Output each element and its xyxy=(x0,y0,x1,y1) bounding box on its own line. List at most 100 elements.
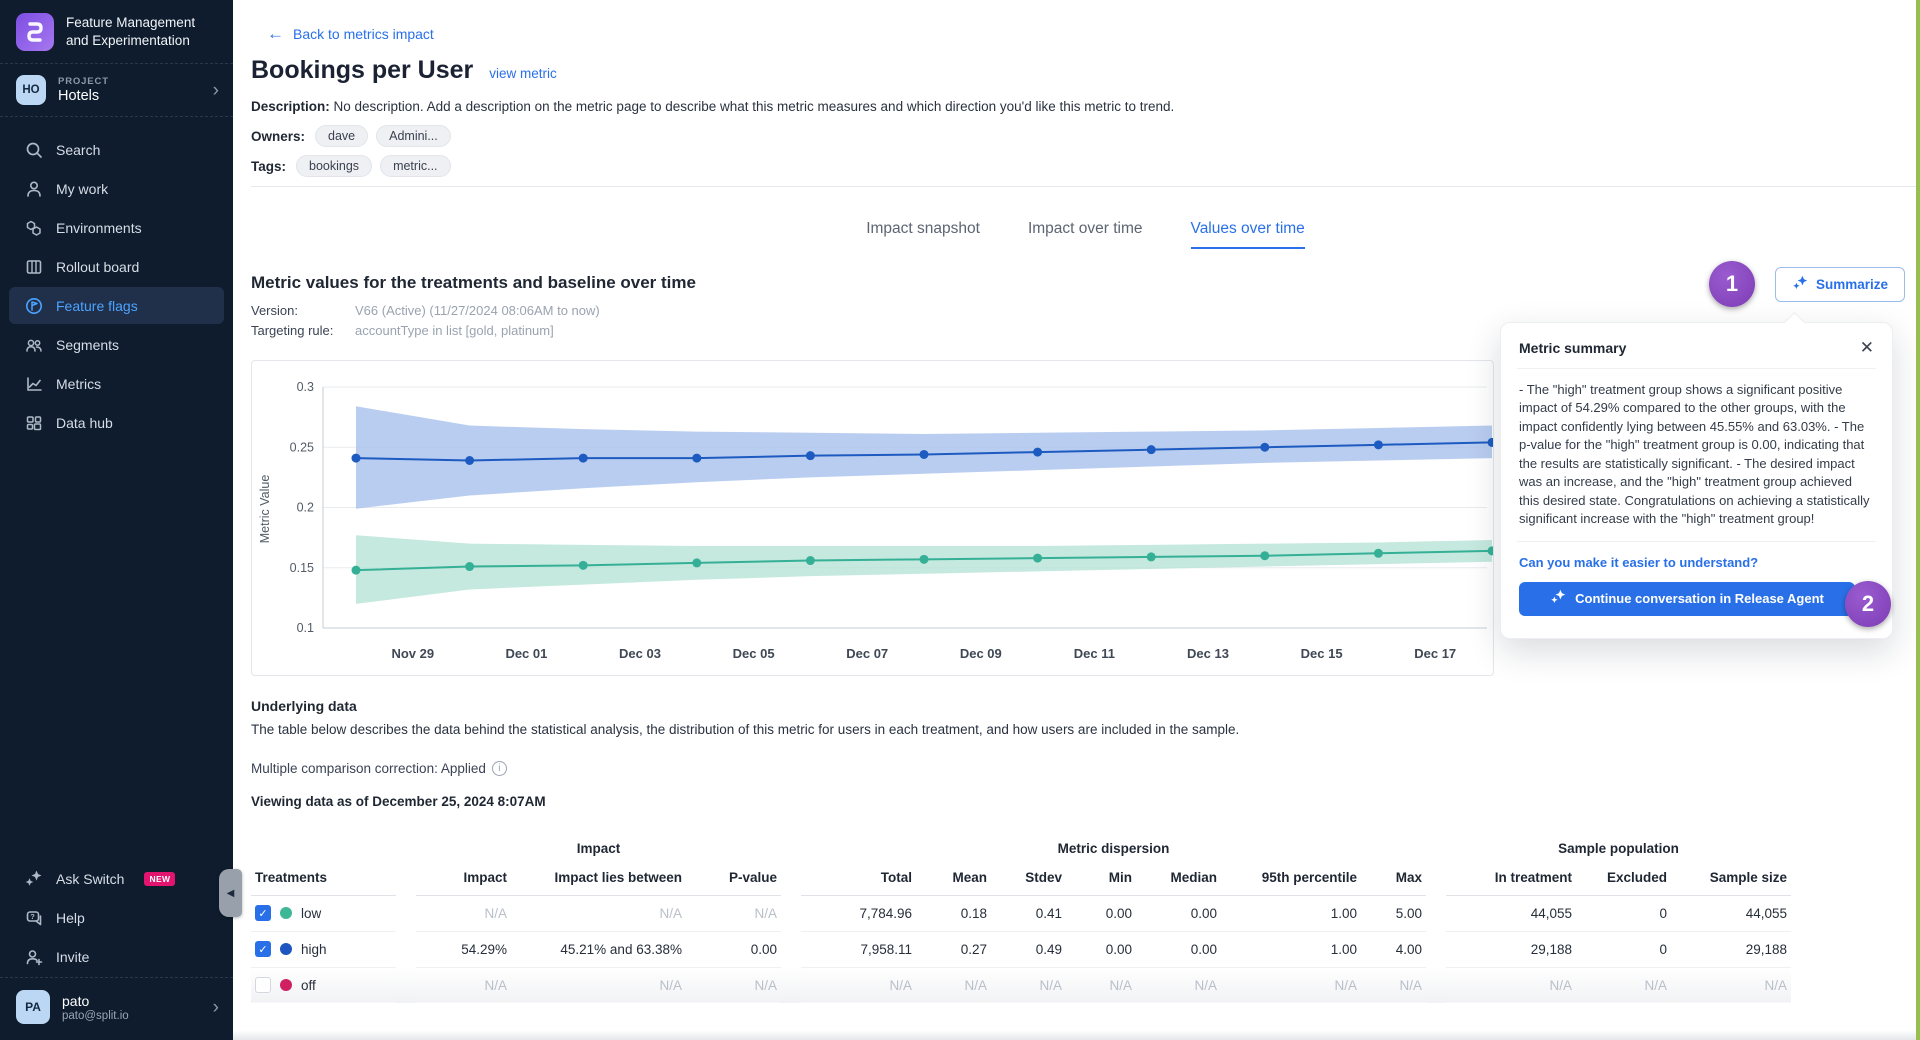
cell: 0.49 xyxy=(991,931,1066,967)
treatment-color-dot xyxy=(280,907,292,919)
column-header-excluded: Excluded xyxy=(1576,861,1671,895)
cell: 29,188 xyxy=(1446,931,1576,967)
cell: 0.18 xyxy=(916,895,991,931)
sidebar-item-rollout-board[interactable]: Rollout board xyxy=(9,248,224,285)
user-name: pato xyxy=(62,993,201,1009)
spacer xyxy=(396,931,416,967)
project-switcher[interactable]: HO PROJECT Hotels › xyxy=(0,64,233,116)
cell: N/A xyxy=(686,967,781,1003)
user-menu[interactable]: PA pato pato@split.io › xyxy=(0,978,233,1040)
cell: 0.00 xyxy=(1066,895,1136,931)
sidebar-item-label: My work xyxy=(56,181,108,197)
treatment-cell: off xyxy=(251,967,396,1003)
sidebar-item-metrics[interactable]: Metrics xyxy=(9,365,224,402)
sidebar-item-invite[interactable]: Invite xyxy=(9,938,224,975)
feature-flags-icon xyxy=(24,296,44,316)
cell: 0.00 xyxy=(1136,895,1221,931)
targeting-rule-value: accountType in list [gold, platinum] xyxy=(355,323,554,338)
correction-text: Multiple comparison correction: Applied xyxy=(251,761,486,776)
chevron-right-icon: › xyxy=(213,998,219,1017)
sidebar-item-my-work[interactable]: My work xyxy=(9,170,224,207)
cell: 0.27 xyxy=(916,931,991,967)
treatment-checkbox-low[interactable]: ✓ xyxy=(255,905,271,921)
search-icon xyxy=(24,140,44,160)
cell: 45.21% and 63.38% xyxy=(511,931,686,967)
metric-values-chart: 0.10.150.20.250.3Metric ValueNov 29Dec 0… xyxy=(251,360,1494,676)
avatar: PA xyxy=(16,990,50,1024)
spacer xyxy=(781,931,801,967)
column-header-median: Median xyxy=(1136,861,1221,895)
data-hub-icon xyxy=(24,413,44,433)
treatment-color-dot xyxy=(280,943,292,955)
cell: 0.41 xyxy=(991,895,1066,931)
cell: 7,784.96 xyxy=(801,895,916,931)
project-label: PROJECT xyxy=(58,76,201,87)
column-header-in-treatment: In treatment xyxy=(1446,861,1576,895)
treatment-cell: ✓low xyxy=(251,895,396,931)
column-header-stdev: Stdev xyxy=(991,861,1066,895)
sidebar-item-data-hub[interactable]: Data hub xyxy=(9,404,224,441)
column-header-p-value: P-value xyxy=(686,861,781,895)
project-meta: PROJECT Hotels xyxy=(58,76,201,104)
tags-label: Tags: xyxy=(251,159,286,174)
sidebar-footer-nav: Ask SwitchNEW?HelpInvite xyxy=(0,846,233,975)
cell: N/A xyxy=(1066,967,1136,1003)
description-label: Description: xyxy=(251,99,330,114)
continue-release-agent-button[interactable]: Continue conversation in Release Agent xyxy=(1519,582,1855,616)
tab-impact-over-time[interactable]: Impact over time xyxy=(1028,220,1143,249)
bottom-fade xyxy=(233,1030,1920,1040)
split-logo-icon xyxy=(16,13,54,51)
cell: N/A xyxy=(511,895,686,931)
rollout-board-icon xyxy=(24,257,44,277)
description-text: No description. Add a description on the… xyxy=(334,99,1175,114)
app-root: Feature Management and Experimentation H… xyxy=(0,0,1920,1040)
table-row-high: ✓high54.29%45.21% and 63.38%0.007,958.11… xyxy=(251,931,1791,967)
cell: N/A xyxy=(686,895,781,931)
continue-button-label: Continue conversation in Release Agent xyxy=(1575,591,1824,606)
sidebar-item-ask-switch[interactable]: Ask SwitchNEW xyxy=(9,860,224,897)
sidebar-item-label: Segments xyxy=(56,337,119,353)
treatment-checkbox-high[interactable]: ✓ xyxy=(255,941,271,957)
sidebar-collapse-handle[interactable]: ◀ xyxy=(219,869,242,917)
sidebar-item-environments[interactable]: Environments xyxy=(9,209,224,246)
svg-text:Dec 09: Dec 09 xyxy=(960,646,1002,661)
cell: N/A xyxy=(916,967,991,1003)
info-icon[interactable]: i xyxy=(492,761,507,776)
summarize-button[interactable]: Summarize xyxy=(1775,267,1905,302)
popover-header: Metric summary ✕ xyxy=(1519,339,1874,356)
cell: 4.00 xyxy=(1361,931,1426,967)
metrics-icon xyxy=(24,374,44,394)
view-metric-link[interactable]: view metric xyxy=(489,66,557,81)
sidebar-nav: Search My work EnvironmentsRollout board Fe… xyxy=(0,117,233,441)
description-row: Description: No description. Add a descr… xyxy=(251,99,1920,114)
sidebar-item-label: Feature flags xyxy=(56,298,138,314)
treatment-cell-content: ✓high xyxy=(255,941,392,957)
svg-text:Dec 15: Dec 15 xyxy=(1301,646,1343,661)
group-header-sample-population: Sample population xyxy=(1446,835,1791,861)
tab-impact-snapshot[interactable]: Impact snapshot xyxy=(866,220,980,249)
sidebar-item-feature-flags[interactable]: Feature flags xyxy=(9,287,224,324)
project-name: Hotels xyxy=(58,88,201,104)
spacer xyxy=(1426,931,1446,967)
title-row: Bookings per User view metric xyxy=(251,56,1920,85)
column-header-max: Max xyxy=(1361,861,1426,895)
cell: 0 xyxy=(1576,895,1671,931)
annotation-step-1: 1 xyxy=(1709,261,1755,307)
annotation-step-2: 2 xyxy=(1845,581,1891,627)
version-label: Version: xyxy=(251,303,355,318)
cell: 29,188 xyxy=(1671,931,1791,967)
svg-text:Metric Value: Metric Value xyxy=(258,475,272,544)
sidebar-item-search[interactable]: Search xyxy=(9,131,224,168)
spacer xyxy=(1426,967,1446,1003)
cell: N/A xyxy=(1446,967,1576,1003)
close-icon[interactable]: ✕ xyxy=(1860,339,1874,356)
sidebar-item-segments[interactable]: Segments xyxy=(9,326,224,363)
spacer xyxy=(1426,895,1446,931)
tab-values-over-time[interactable]: Values over time xyxy=(1191,220,1305,249)
make-easier-link[interactable]: Can you make it easier to understand? xyxy=(1519,555,1874,570)
treatment-checkbox-off[interactable] xyxy=(255,977,271,993)
column-header-impact-lies-between: Impact lies between xyxy=(511,861,686,895)
sidebar-item-help[interactable]: ?Help xyxy=(9,899,224,936)
back-link[interactable]: ← Back to metrics impact xyxy=(267,25,434,42)
sparkles-icon xyxy=(1550,589,1566,608)
